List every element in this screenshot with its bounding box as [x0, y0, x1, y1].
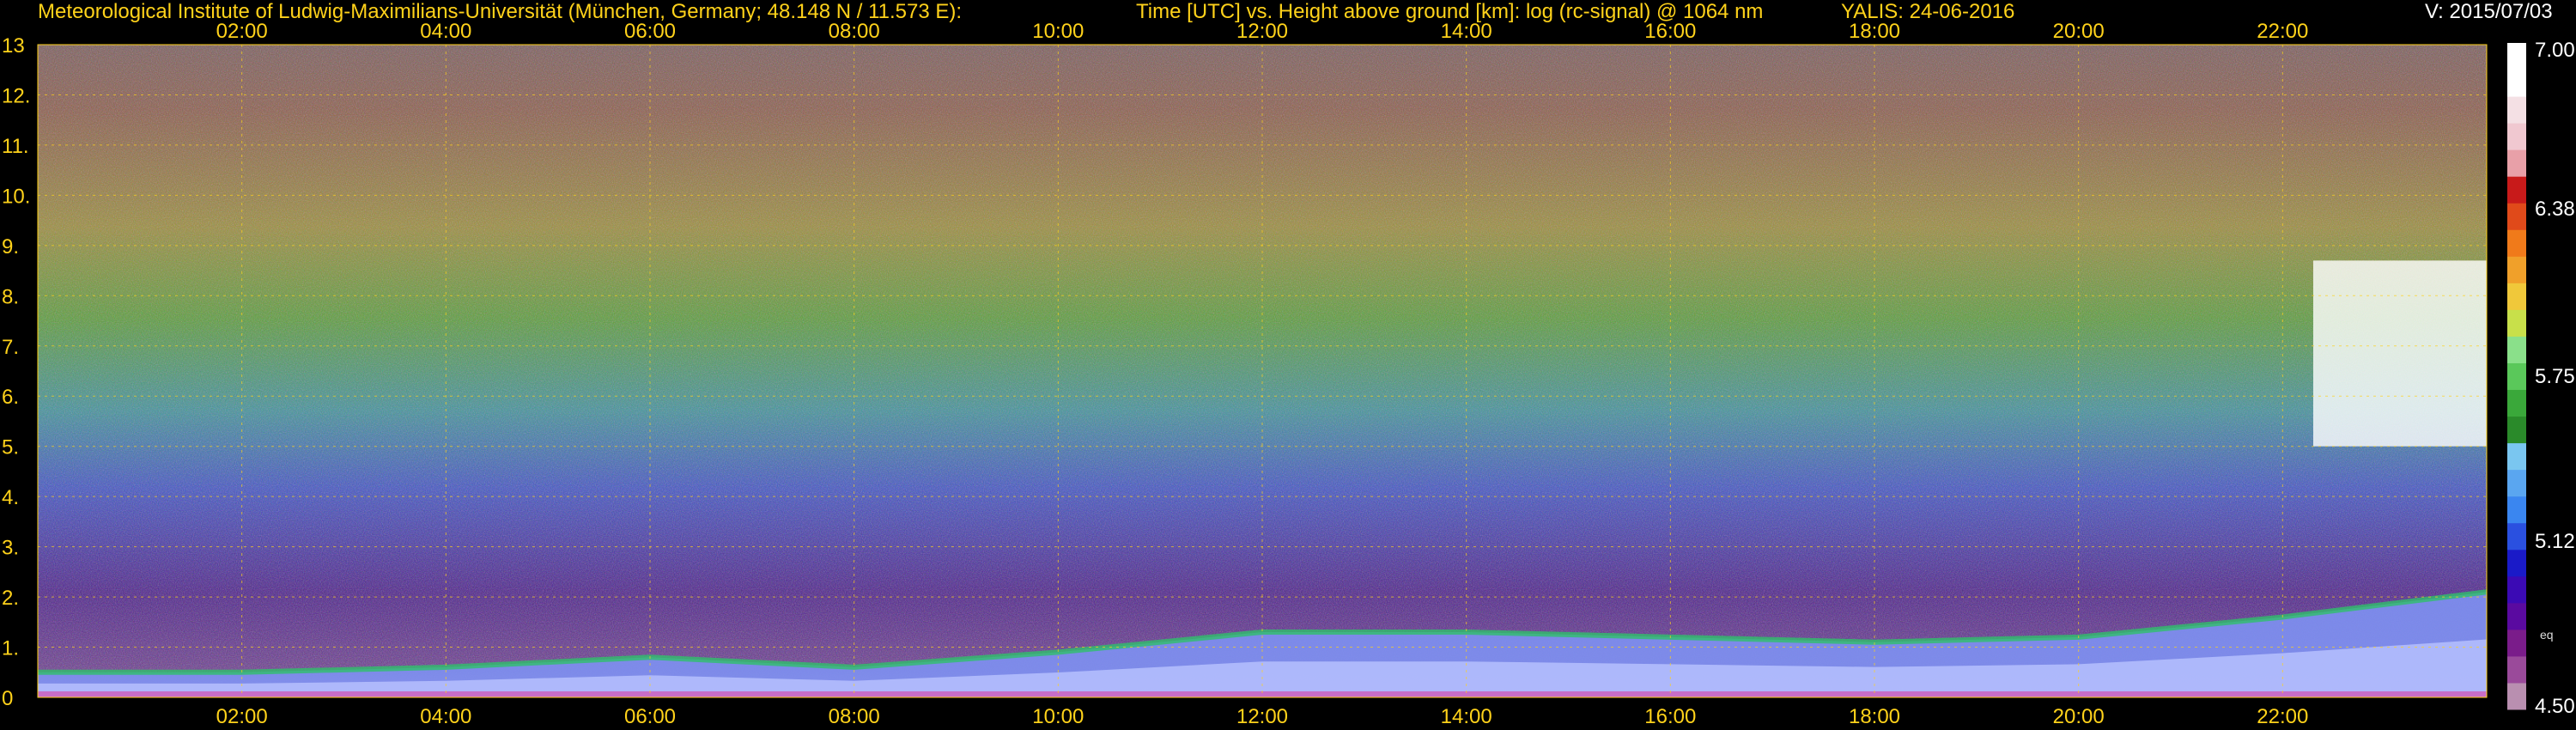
colorbar-swatch	[2507, 336, 2526, 363]
colorbar-swatch	[2507, 602, 2526, 630]
colorbar-swatch	[2507, 442, 2526, 471]
colorbar-label: 6.38	[2535, 198, 2575, 221]
colorbar-swatch	[2507, 123, 2526, 150]
colorbar-swatch	[2507, 469, 2526, 497]
colorbar-swatch	[2507, 362, 2526, 391]
colorbar-swatch	[2507, 309, 2526, 337]
colorbar-swatch	[2507, 389, 2526, 417]
colorbar-swatch	[2507, 416, 2526, 444]
colorbar-swatch	[2507, 549, 2526, 577]
colorbar-swatch	[2507, 655, 2526, 684]
colorbar-swatch	[2507, 283, 2526, 310]
colorbar-swatch	[2507, 229, 2526, 257]
colorbar-label: 7.00	[2535, 39, 2575, 62]
colorbar-label: 5.75	[2535, 365, 2575, 388]
colorbar: 7.00 6.38 5.75 5.12 4.50 eq	[2507, 39, 2575, 718]
colorbar-swatch	[2507, 496, 2526, 524]
colorbar-label: 5.12	[2535, 530, 2575, 553]
colorbar-swatch	[2507, 176, 2526, 204]
colorbar-eq-label: eq	[2540, 628, 2554, 642]
colorbar-swatch	[2507, 149, 2526, 177]
colorbar-swatch	[2507, 629, 2526, 657]
colorbar-swatch	[2507, 96, 2526, 124]
colorbar-swatch	[2507, 256, 2526, 283]
colorbar-label: 4.50	[2535, 695, 2575, 718]
colorbar-swatch	[2507, 682, 2526, 710]
colorbar-swatch	[2507, 575, 2526, 604]
colorbar-swatch	[2507, 43, 2526, 70]
colorbar-swatch	[2507, 70, 2526, 97]
colorbar-swatch	[2507, 203, 2526, 230]
colorbar-swatch	[2507, 522, 2526, 551]
